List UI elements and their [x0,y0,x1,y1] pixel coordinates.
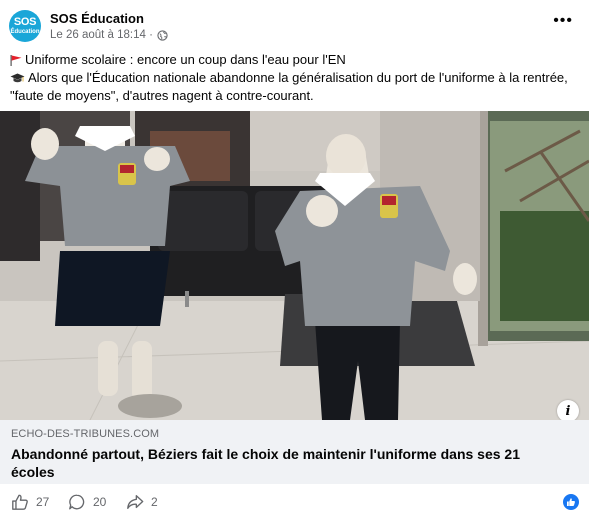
like-button[interactable]: 27 [11,493,49,511]
like-count: 27 [36,495,50,509]
link-title[interactable]: Abandonné partout, Béziers fait le choix… [11,445,551,481]
avatar-text-sos: SOS [13,16,37,28]
post-text-line-2: Alors que l'Éducation nationale abandonn… [10,69,580,87]
page-name-link[interactable]: SOS Éducation [50,11,144,26]
comment-count: 20 [93,495,107,509]
graduation-cap-icon [10,73,25,82]
more-options-button[interactable]: ••• [553,12,573,30]
like-reaction-badge[interactable] [563,494,579,510]
post-text-line-1-text: Uniforme scolaire : encore un coup dans … [25,52,346,67]
link-preview[interactable]: ECHO-DES-TRIBUNES.COM Abandonné partout,… [0,420,589,484]
page-avatar[interactable]: SOS Éducation [9,10,41,42]
post-photo[interactable]: i [0,111,589,420]
post-meta: Le 26 août à 18:14 · [50,29,168,41]
post-header: SOS Éducation SOS Éducation Le 26 août à… [0,0,589,46]
post-text-line-1: Uniforme scolaire : encore un coup dans … [10,51,580,69]
post-text: Uniforme scolaire : encore un coup dans … [10,51,580,105]
share-count: 2 [151,495,158,509]
avatar-text-education: Éducation [10,29,40,35]
post-text-line-3-text: "faute de moyens", d'autres nagent à con… [10,88,314,103]
red-flag-icon [10,54,22,66]
link-domain: ECHO-DES-TRIBUNES.COM [11,428,160,440]
post-actions-bar: 27 20 2 [0,484,589,524]
post-text-line-3: "faute de moyens", d'autres nagent à con… [10,87,580,105]
share-button[interactable]: 2 [126,493,158,511]
like-icon [12,494,28,510]
info-button[interactable]: i [557,400,579,420]
share-icon [127,495,144,509]
uniform-mannequins-image [0,111,589,420]
globe-icon [157,29,168,41]
comment-button[interactable]: 20 [68,493,106,511]
post-text-line-2-text: Alors que l'Éducation nationale abandonn… [28,70,568,85]
comment-icon [69,494,85,510]
post-timestamp[interactable]: Le 26 août à 18:14 · [50,29,153,41]
thumbs-up-icon [567,498,575,506]
